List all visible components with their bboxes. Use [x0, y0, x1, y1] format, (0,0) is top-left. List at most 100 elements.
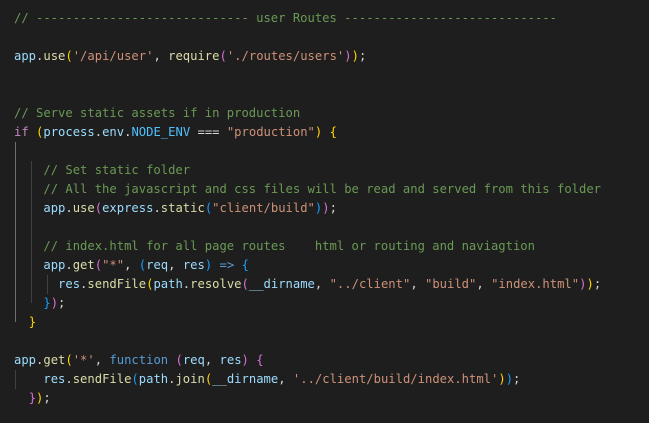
code-token: )	[351, 49, 359, 63]
code-line[interactable]: app.use('/api/user', require('./routes/u…	[0, 47, 649, 66]
code-token: (	[219, 49, 227, 63]
code-token: use	[72, 201, 95, 215]
code-token: ,	[168, 258, 183, 272]
code-editor[interactable]: // ----------------------------- user Ro…	[0, 0, 649, 423]
code-token: "build"	[425, 277, 477, 291]
code-line[interactable]: // Set static folder	[0, 161, 649, 180]
code-token: express	[102, 201, 154, 215]
code-token: )	[50, 296, 59, 310]
code-line[interactable]	[0, 218, 649, 237]
code-token: path	[138, 372, 169, 386]
code-token: ,	[476, 277, 492, 291]
code-token: sendFile	[72, 372, 132, 386]
code-token: ,	[124, 258, 139, 272]
code-token: .	[65, 258, 73, 272]
code-token: get	[72, 258, 95, 272]
code-token: }	[43, 296, 51, 310]
code-token: .	[153, 201, 161, 215]
code-token: static	[160, 201, 205, 215]
code-line[interactable]: // index.html for all page routes html o…	[0, 237, 649, 256]
code-line[interactable]	[0, 85, 649, 104]
code-token: "production"	[226, 125, 315, 139]
code-token: (	[65, 49, 73, 63]
code-token: join	[175, 372, 205, 386]
code-line[interactable]: });	[0, 294, 649, 313]
code-token: __dirname	[248, 277, 315, 291]
code-token: ;	[43, 391, 51, 405]
code-line[interactable]: });	[0, 389, 649, 408]
code-token: .	[65, 372, 73, 386]
code-token: )	[498, 372, 506, 386]
code-token: ,	[410, 277, 425, 291]
code-line[interactable]	[0, 142, 649, 161]
code-token: .	[94, 125, 103, 139]
code-token: )	[505, 372, 514, 386]
code-token: )	[344, 49, 352, 63]
code-token: )	[241, 353, 249, 367]
code-line[interactable]: app.get('*', function (req, res) {	[0, 351, 649, 370]
code-token: ,	[204, 353, 220, 367]
code-token: }	[28, 391, 37, 405]
code-token: res	[58, 277, 81, 291]
code-token: // All the javascript and css files will…	[43, 182, 602, 196]
code-token: res	[43, 372, 66, 386]
code-token: )	[322, 201, 330, 215]
code-line[interactable]	[0, 332, 649, 351]
code-token: resolve	[190, 277, 242, 291]
code-token: require	[168, 49, 220, 63]
code-token: function	[109, 353, 169, 367]
code-line[interactable]: // All the javascript and css files will…	[0, 180, 649, 199]
code-token: get	[43, 353, 66, 367]
code-token: __dirname	[212, 372, 279, 386]
code-line[interactable]: }	[0, 313, 649, 332]
code-line[interactable]: app.get("*", (req, res) => {	[0, 256, 649, 275]
code-token: "*"	[102, 258, 125, 272]
code-line[interactable]	[0, 66, 649, 85]
code-token: ;	[358, 49, 367, 63]
code-token: '*'	[72, 353, 95, 367]
code-token: // ----------------------------- user Ro…	[14, 11, 557, 25]
code-token: sendFile	[87, 277, 147, 291]
code-token: .	[65, 201, 73, 215]
code-token: req	[146, 258, 169, 272]
code-token: {	[329, 125, 337, 139]
code-token: ;	[58, 296, 66, 310]
code-token: res	[182, 258, 205, 272]
code-token: res	[219, 353, 242, 367]
code-token: env	[102, 125, 125, 139]
code-token: // Serve static assets if in production	[14, 106, 301, 120]
code-line[interactable]: // ----------------------------- user Ro…	[0, 9, 649, 28]
code-token: (	[65, 353, 73, 367]
code-token: NODE_ENV	[131, 125, 191, 139]
code-token: // index.html for all page routes html o…	[43, 239, 535, 253]
code-token: '../client/build/index.html'	[292, 372, 499, 386]
code-token: ;	[329, 201, 337, 215]
code-token: ,	[314, 277, 330, 291]
code-token: "index.html"	[491, 277, 580, 291]
code-token: use	[43, 49, 66, 63]
code-token: "../client"	[329, 277, 411, 291]
code-token: '/api/user'	[72, 49, 154, 63]
code-line[interactable]	[0, 28, 649, 47]
code-line[interactable]: res.sendFile(path.join(__dirname, '../cl…	[0, 370, 649, 389]
code-line[interactable]: if (process.env.NODE_ENV === "production…	[0, 123, 649, 142]
code-token: (	[241, 277, 249, 291]
code-token: app	[14, 353, 37, 367]
code-token: )	[586, 277, 594, 291]
code-line[interactable]: // Serve static assets if in production	[0, 104, 649, 123]
code-token: // Set static folder	[43, 163, 191, 177]
code-line[interactable]: app.use(express.static("client/build"));	[0, 199, 649, 218]
code-line[interactable]: res.sendFile(path.resolve(__dirname, "..…	[0, 275, 649, 294]
